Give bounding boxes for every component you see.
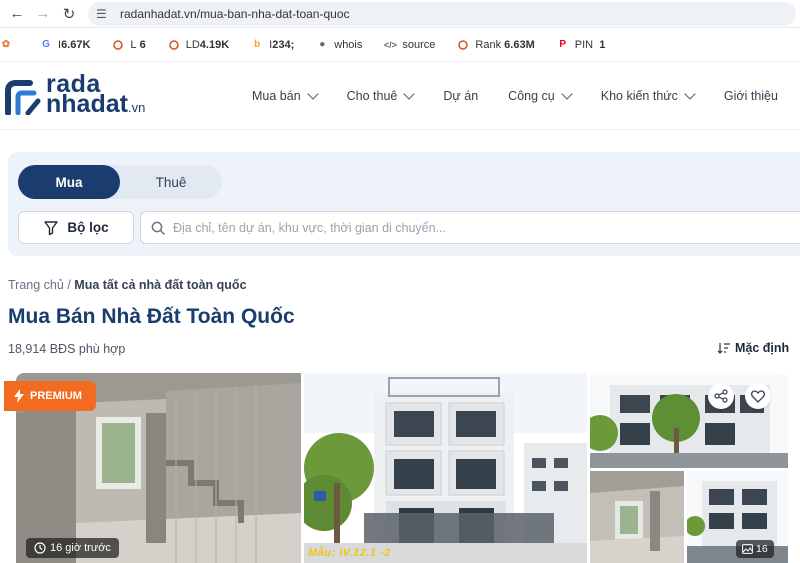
url-text: radanhadat.vn/mua-ban-nha-dat-toan-quoc: [120, 6, 350, 21]
menu-label: Giới thiệu: [723, 89, 778, 103]
leaf-icon: ✿: [1, 39, 11, 50]
menu-label: Kho kiến thức: [600, 89, 678, 103]
ext-value: whois: [334, 38, 363, 51]
result-count: 18,914 BĐS phù hợp: [8, 342, 126, 356]
ext-linking-domains[interactable]: LD 4.19K: [168, 39, 229, 51]
chevron-down-icon: [561, 88, 573, 100]
logo-mark-icon: [4, 77, 42, 116]
premium-label: PREMIUM: [30, 390, 82, 402]
chevron-down-icon: [306, 88, 319, 100]
menu-mua-ban[interactable]: Mua bán: [252, 88, 319, 103]
clock-icon: [34, 542, 46, 554]
page-title: Mua Bán Nhà Đất Toàn Quốc: [8, 305, 295, 328]
posted-time-label: 16 giờ trước: [50, 542, 111, 554]
browser-toolbar: ← → ↻ ☰ radanhadat.vn/mua-ban-nha-dat-to…: [0, 0, 800, 28]
reload-icon[interactable]: ↻: [56, 2, 82, 26]
chevron-down-icon: [403, 88, 416, 100]
menu-label: Dự án: [443, 89, 479, 103]
ext-bing-index[interactable]: b I 234;: [251, 39, 294, 51]
ext-value: 1: [599, 38, 606, 51]
menu-du-an[interactable]: Dự án: [443, 89, 478, 103]
filter-icon: [44, 220, 59, 235]
google-icon: G: [42, 39, 50, 50]
user-icon: ●: [319, 39, 326, 50]
ext-links[interactable]: L 6: [112, 38, 146, 51]
ext-value: 4.19K: [199, 38, 230, 51]
ext-pinterest[interactable]: P PIN 1: [557, 38, 606, 51]
bing-icon: b: [254, 39, 261, 50]
photo-count-badge[interactable]: 16: [736, 540, 774, 558]
sort-label: Mặc định: [735, 341, 790, 355]
breadcrumb-separator: /: [67, 278, 71, 292]
search-input[interactable]: [173, 220, 773, 235]
ext-value: 6: [139, 38, 146, 51]
main-menu: Mua bán Cho thuê Dự án Công cụ Kho kiến …: [252, 62, 800, 130]
ext-item[interactable]: ✿: [0, 39, 18, 51]
ext-whois[interactable]: ● whois: [316, 39, 362, 51]
ext-source[interactable]: </> source: [383, 38, 436, 51]
circle-icon: [457, 39, 469, 51]
premium-badge: PREMIUM: [4, 381, 96, 411]
ext-value: source: [402, 38, 436, 51]
menu-label: Công cụ: [508, 89, 555, 103]
menu-cho-thue[interactable]: Cho thuê: [346, 88, 416, 103]
ext-prefix: L: [130, 38, 137, 51]
arrow-left-icon[interactable]: ←: [4, 2, 30, 26]
ext-value: 234;: [272, 38, 295, 51]
tab-buy[interactable]: Mua: [18, 165, 120, 199]
chevron-down-icon: [684, 88, 696, 100]
site-settings-icon[interactable]: ☰: [96, 7, 112, 21]
ext-prefix: LD: [185, 38, 200, 51]
ext-rank[interactable]: Rank 6.63M: [457, 38, 535, 51]
buy-rent-toggle: Mua Thuê: [18, 165, 222, 199]
sort-button[interactable]: Mặc định: [717, 341, 789, 355]
listing-photo-exterior[interactable]: [304, 373, 587, 563]
circle-icon: [112, 39, 124, 51]
ext-value: 6.63M: [504, 38, 535, 51]
menu-kho-kien-thuc[interactable]: Kho kiến thức: [600, 88, 696, 103]
search-panel: Mua Thuê Bộ lọc: [8, 152, 800, 256]
sort-icon: [717, 343, 730, 354]
logo-text-main: nhadat: [46, 89, 128, 118]
filter-label: Bộ lọc: [67, 220, 109, 235]
seo-extension-bar: ✿ G I 6.67K L 6 LD 4.19K b I 234; ● whois <…: [0, 28, 800, 62]
tab-rent[interactable]: Thuê: [120, 165, 222, 199]
listing-gallery[interactable]: [16, 373, 788, 563]
arrow-right-icon[interactable]: →: [30, 2, 56, 26]
ext-prefix: PIN: [574, 38, 594, 51]
image-icon: [742, 544, 753, 554]
address-bar[interactable]: ☰ radanhadat.vn/mua-ban-nha-dat-toan-quo…: [88, 1, 796, 26]
pinterest-icon: P: [559, 39, 567, 50]
menu-label: Cho thuê: [346, 89, 398, 103]
code-icon: </>: [383, 39, 397, 50]
listing-photo-right-bottom-left[interactable]: [590, 471, 684, 563]
site-header: rada nhadat.vn Mua bán Cho thuê Dự án Cô…: [0, 62, 800, 130]
search-field[interactable]: [140, 211, 800, 244]
ext-prefix: Rank: [475, 38, 502, 51]
site-logo[interactable]: rada nhadat.vn: [4, 71, 244, 118]
filter-button[interactable]: Bộ lọc: [18, 211, 134, 244]
logo-text-line2: nhadat.vn: [46, 91, 146, 118]
circle-icon: [168, 39, 180, 51]
breadcrumb-current: Mua tất cả nhà đất toàn quốc: [74, 278, 247, 292]
breadcrumb-home[interactable]: Trang chủ: [8, 278, 64, 292]
favorite-button[interactable]: [745, 383, 771, 409]
menu-label: Mua bán: [252, 89, 301, 103]
heart-icon: [751, 389, 765, 403]
search-icon: [151, 221, 165, 235]
lightning-icon: [14, 389, 24, 403]
logo-text-suffix: .vn: [127, 99, 146, 115]
ext-value: 6.67K: [61, 38, 91, 51]
menu-gioi-thieu[interactable]: Giới thiệu: [724, 89, 778, 103]
menu-cong-cu[interactable]: Công cụ: [508, 88, 573, 103]
photo-count-label: 16: [756, 543, 768, 555]
breadcrumb: Trang chủ / Mua tất cả nhà đất toàn quốc: [8, 278, 247, 292]
ext-google-index[interactable]: G I 6.67K: [40, 39, 90, 51]
share-button[interactable]: [708, 383, 734, 409]
share-icon: [714, 389, 728, 403]
photo-watermark: Mẫu: IV.12.1 -2: [308, 547, 391, 559]
posted-time-badge: 16 giờ trước: [26, 538, 119, 558]
